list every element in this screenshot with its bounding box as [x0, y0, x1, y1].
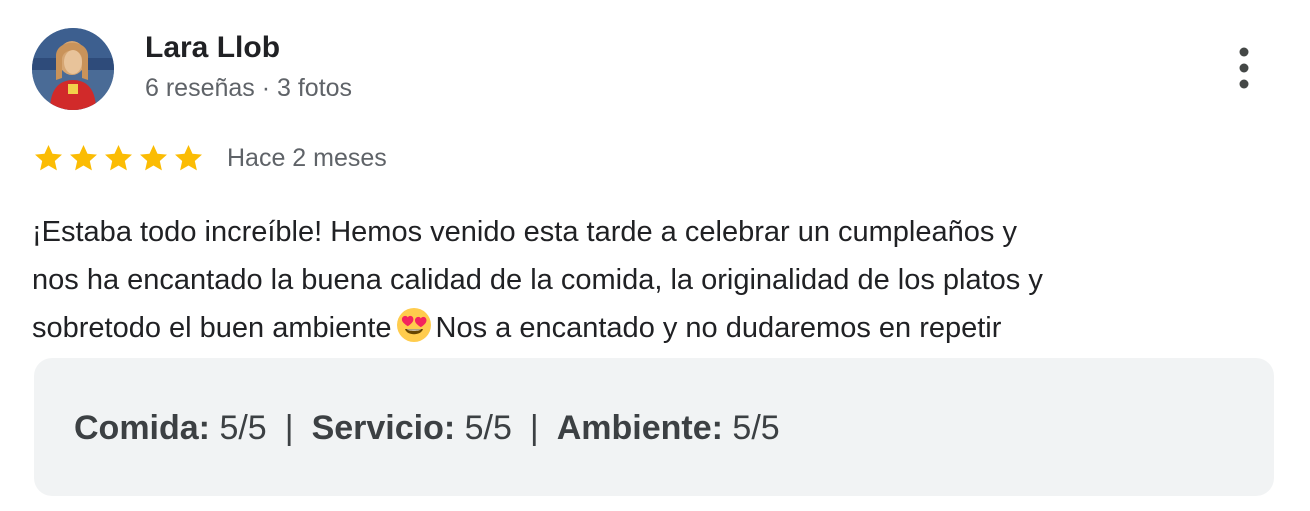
review-text-segment: Nos a encantado y no dudaremos en repeti…	[435, 312, 1002, 344]
service-rating-value: 5/5	[455, 409, 512, 447]
rating-row: Hace 2 meses	[32, 138, 387, 178]
ambience-rating-label: Ambiente:	[556, 409, 723, 447]
review-text-line: sobretodo el buen ambiente Nos a encantad…	[32, 304, 1282, 352]
review-card: Lara Llob 6 reseñas · 3 fotos Hace 2 mes…	[0, 0, 1310, 511]
food-rating-label: Comida:	[74, 409, 210, 447]
review-text: ¡Estaba todo increíble! Hemos venido est…	[32, 208, 1282, 352]
review-text-line: nos ha encantado la buena calidad de la …	[32, 264, 1043, 296]
ambience-rating-value: 5/5	[722, 409, 780, 447]
more-options-button[interactable]	[1224, 44, 1264, 94]
star-icon	[32, 142, 65, 175]
star-icon	[137, 142, 170, 175]
rating-separator: |	[529, 409, 539, 447]
star-icon	[102, 142, 135, 175]
author-stats[interactable]: 6 reseñas · 3 fotos	[145, 72, 352, 104]
food-rating-value: 5/5	[210, 409, 267, 447]
service-rating-label: Servicio:	[311, 409, 456, 447]
review-text-segment: sobretodo el buen ambiente	[32, 312, 392, 344]
author-name[interactable]: Lara Llob	[145, 30, 280, 66]
star-icon	[172, 142, 205, 175]
sub-ratings-box: Comida: 5/5 | Servicio: 5/5 | Ambiente: 5/5	[34, 358, 1274, 496]
more-vertical-icon	[1239, 47, 1249, 89]
review-text-line: ¡Estaba todo increíble! Hemos venido est…	[32, 216, 1017, 248]
heart-eyes-emoji-icon	[396, 307, 432, 343]
author-avatar[interactable]	[32, 28, 114, 110]
rating-separator: |	[284, 409, 294, 447]
avatar-photo-icon	[32, 28, 114, 110]
star-icon	[67, 142, 100, 175]
sub-ratings-line: Comida: 5/5 | Servicio: 5/5 | Ambiente: 5/5	[74, 408, 780, 448]
review-date: Hace 2 meses	[227, 144, 387, 172]
star-rating	[32, 142, 205, 175]
